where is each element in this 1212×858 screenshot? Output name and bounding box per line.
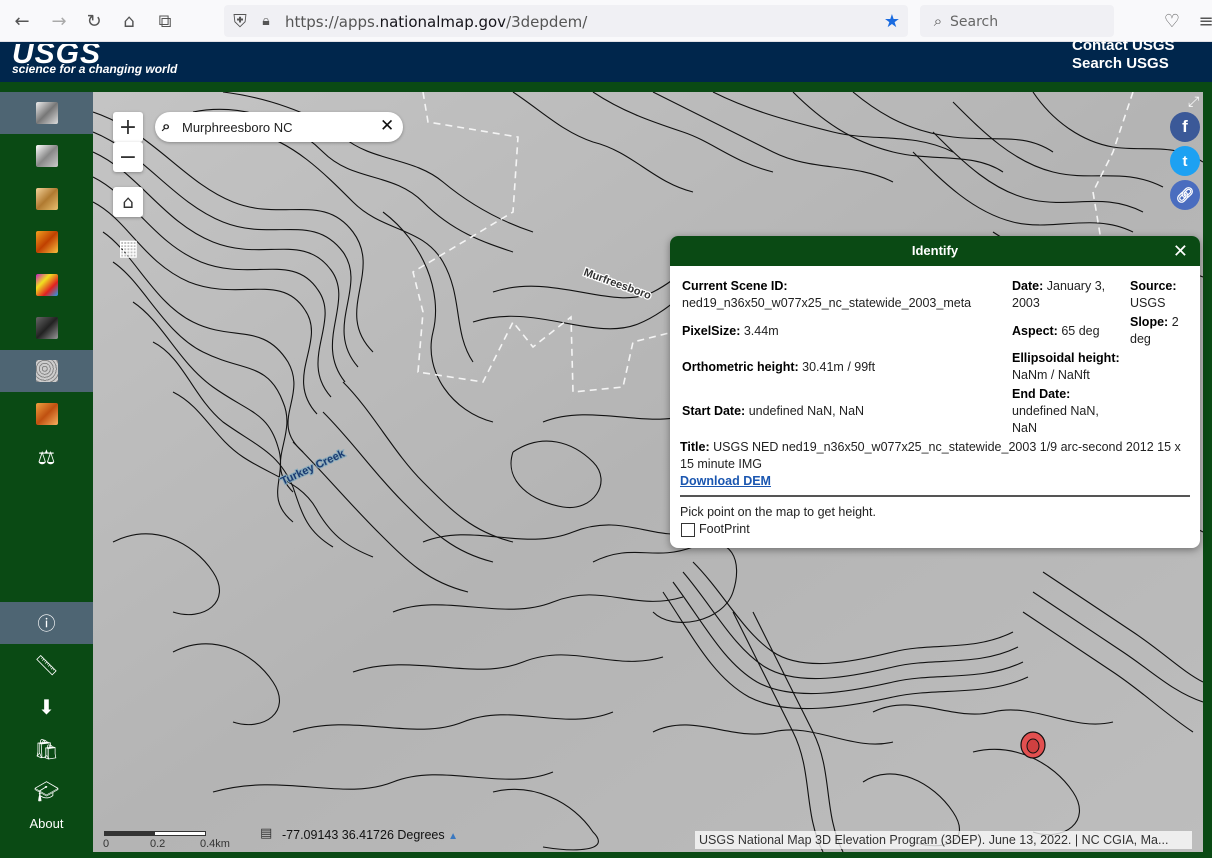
scene-id-field: Current Scene ID: ned19_n36x50_w077x25_nc… <box>682 279 972 310</box>
pick-point-instruction: Pick point on the map to get height. <box>680 505 876 519</box>
back-icon[interactable]: ← <box>10 9 34 33</box>
identify-title: Identify <box>670 236 1200 266</box>
sidebar-item-tutorial[interactable]: 🎓︎ <box>0 770 93 812</box>
start-date-field: Start Date: undefined NaN, NaN <box>682 404 865 418</box>
aspect-thumbnail <box>35 274 58 296</box>
sidebar-item-slope-map[interactable] <box>0 307 93 349</box>
usgs-logo[interactable]: USGS <box>12 44 101 64</box>
browser-search-placeholder: Search <box>950 14 999 30</box>
sidebar-item-identify[interactable]: ⓘ <box>0 602 93 644</box>
sidebar-item-elevation-tinted[interactable] <box>0 221 93 263</box>
tinted-slope-thumbnail <box>35 403 58 425</box>
twitter-share-icon[interactable]: t <box>1170 146 1200 176</box>
forward-icon[interactable]: → <box>47 9 71 33</box>
search-usgs-link[interactable]: Search USGS <box>1072 55 1169 72</box>
pixelsize-field: PixelSize: 3.44m <box>682 324 779 338</box>
hillshade-thumbnail <box>35 102 58 124</box>
aspect-field: Aspect: 65 deg <box>1012 324 1100 338</box>
search-icon: ⌕ <box>933 12 943 30</box>
close-icon[interactable]: ✕ <box>1173 241 1188 262</box>
browser-toolbar: ← → ↻ ⌂ ⧉ ⛨ 🔒︎ https://apps.nationalmap.… <box>0 0 1212 42</box>
sidebar-item-bookmarks[interactable]: 🛍︎ <box>0 728 93 770</box>
scale-bar <box>104 831 206 836</box>
contact-usgs-link[interactable]: Contact USGS <box>1072 37 1175 54</box>
zoom-in-button[interactable]: + <box>113 112 143 142</box>
coordinate-readout: -77.09143 36.41726 Degrees ▲ <box>282 828 459 842</box>
sidebar: ⚖ ⓘ 📏︎ ⬇ 🛍︎ 🎓︎ <box>0 92 93 858</box>
lock-icon[interactable]: 🔒︎ <box>254 9 278 33</box>
map-search-value: Murphreesboro NC <box>182 120 293 135</box>
screenshot-icon[interactable]: ⧉ <box>153 9 177 33</box>
multidirectional-thumbnail <box>35 145 58 167</box>
sidebar-item-contours[interactable] <box>0 350 93 392</box>
download-icon: ⬇ <box>38 695 55 719</box>
sidebar-item-tinted-slope[interactable] <box>0 393 93 435</box>
footprint-label: FootPrint <box>699 522 750 536</box>
graduation-cap-icon: 🎓︎ <box>33 779 60 803</box>
facebook-share-icon[interactable]: f <box>1170 112 1200 142</box>
tinted-hillshade-thumbnail <box>35 188 58 210</box>
location-marker <box>1020 731 1046 759</box>
sidebar-item-measure[interactable]: 📏︎ <box>0 644 93 686</box>
date-field: Date: January 3, 2003 <box>1012 279 1106 310</box>
sidebar-item-tinted-hillshade[interactable] <box>0 178 93 220</box>
zoom-out-button[interactable]: − <box>113 142 143 172</box>
map-attribution: USGS National Map 3D Elevation Program (… <box>695 831 1192 849</box>
source-field: Source: USGS <box>1130 279 1177 310</box>
contours-thumbnail <box>35 360 58 382</box>
identify-popup: Identify ✕ Current Scene ID: ned19_n36x50… <box>670 236 1200 548</box>
bookmark-star-icon[interactable]: ★ <box>880 9 904 33</box>
download-dem-link[interactable]: Download DEM <box>680 473 771 490</box>
sidebar-item-aspect-map[interactable] <box>0 264 93 306</box>
scale-label-mid: 0.2 <box>150 838 166 850</box>
menu-icon[interactable]: ≡ <box>1194 9 1212 33</box>
sidebar-item-download[interactable]: ⬇ <box>0 686 93 728</box>
balance-scale-icon: ⚖ <box>37 445 56 469</box>
sidebar-item-compare[interactable]: ⚖ <box>0 436 93 478</box>
end-date-field: End Date: undefined NaN, NaN <box>1012 387 1099 435</box>
link-share-icon[interactable]: 🔗︎ <box>1170 180 1200 210</box>
reload-icon[interactable]: ↻ <box>82 9 106 33</box>
sidebar-item-about[interactable]: About <box>0 816 93 831</box>
footprint-checkbox[interactable] <box>681 523 695 537</box>
caret-up-icon[interactable]: ▲ <box>448 831 458 842</box>
scale-label-0: 0 <box>103 838 110 850</box>
url-text: https://apps.nationalmap.gov/3depdem/ <box>285 13 588 31</box>
sidebar-item-multidirectional-hillshade[interactable] <box>0 135 93 177</box>
slope-thumbnail <box>35 317 58 339</box>
bag-icon: 🛍︎ <box>33 737 60 761</box>
home-icon: ⌂ <box>122 191 134 213</box>
basemap-gallery-icon[interactable]: ▦ <box>118 236 139 261</box>
usgs-tagline: science for a changing world <box>12 62 178 76</box>
scale-label-end: 0.4km <box>200 838 230 850</box>
ellipsoidal-height-field: Ellipsoidal height: NaNm / NaNft <box>1012 351 1120 382</box>
site-header <box>0 42 1212 82</box>
orthometric-height-field: Orthometric height: 30.41m / 99ft <box>682 360 876 374</box>
home-icon[interactable]: ⌂ <box>117 9 141 33</box>
pocket-icon[interactable]: ♡ <box>1160 9 1184 33</box>
sidebar-item-hillshade-gray[interactable] <box>0 92 93 134</box>
slope-field: Slope: 2 deg <box>1130 315 1179 346</box>
shield-icon[interactable]: ⛨ <box>228 9 252 33</box>
ruler-icon: 📏︎ <box>33 653 60 677</box>
clear-search-icon[interactable]: ✕ <box>380 116 394 136</box>
expand-icon[interactable]: ⤢ <box>1188 94 1199 110</box>
elevation-tinted-thumbnail <box>35 231 58 253</box>
home-extent-button[interactable]: ⌂ <box>113 187 143 217</box>
title-field: Title: USGS NED ned19_n36x50_w077x25_nc_… <box>680 440 1181 471</box>
info-icon: ⓘ <box>37 614 56 635</box>
coordinate-mode-icon[interactable]: ▤ <box>260 826 272 841</box>
search-icon: ⌕ <box>162 117 171 135</box>
separator <box>680 495 1190 497</box>
